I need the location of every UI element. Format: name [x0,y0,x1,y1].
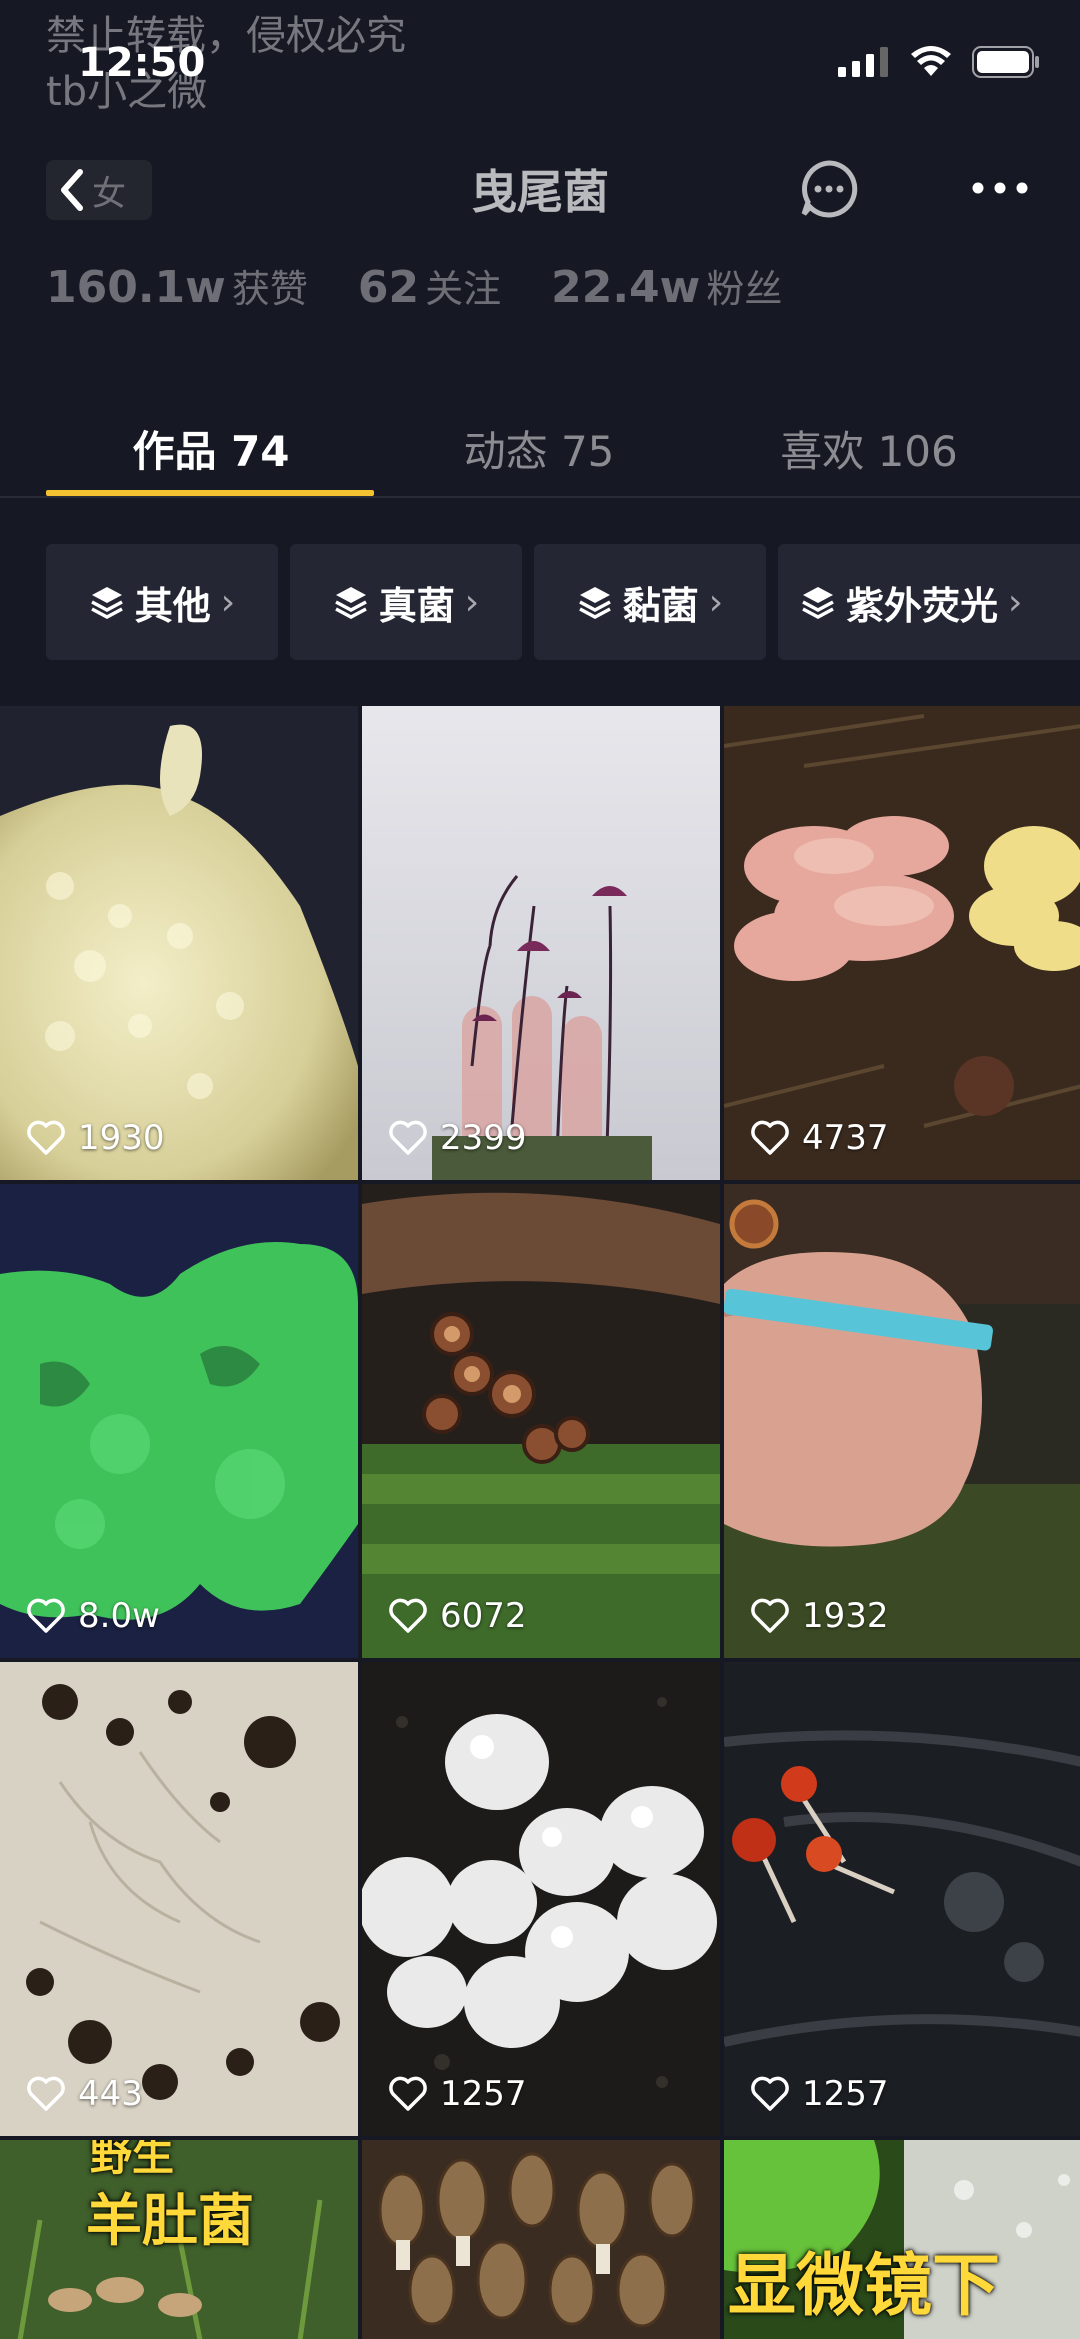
overlay-microscope-text: 显微镜下 [728,2247,1001,2326]
like-count-value: 6072 [440,1596,527,1636]
layers-icon [802,587,834,619]
like-count-value: 8.0w [78,1596,160,1636]
like-count: 1930 [26,1118,165,1158]
tab-works[interactable]: 作品 74 [46,418,376,479]
heart-icon [389,2076,427,2111]
like-count: 1932 [750,1596,889,1636]
tab-moments[interactable]: 动态 75 [374,418,704,479]
heart-icon [751,1598,789,1633]
like-count-value: 2399 [440,1118,527,1158]
like-count: 1257 [750,2074,889,2114]
red-slime-mold-thumbnail [724,1662,1080,2136]
chevron-right-icon: › [708,581,724,623]
morels-thumbnail [362,2140,720,2339]
chip-fungi[interactable]: 真菌 › [290,544,522,660]
status-icons [838,46,1040,78]
bracket-fungus-thumbnail [724,1184,1080,1658]
chip-uv-fluorescence-label: 紫外荧光 [846,583,999,628]
chip-slime-mold[interactable]: 黏菌 › [534,544,766,660]
video-tile[interactable]: 443 [0,1662,358,2136]
video-tile[interactable] [362,2140,720,2339]
chip-uv-fluorescence[interactable]: 紫外荧光 › [778,544,1080,660]
like-count-value: 443 [78,2074,143,2114]
message-icon[interactable] [798,158,860,220]
stat-followers[interactable]: 22.4w 粉丝 [551,258,782,313]
oyster-mushroom-thumbnail [724,706,1080,1180]
stat-following-value: 62 [357,262,420,313]
like-count-value: 1257 [440,2074,527,2114]
heart-icon [751,1120,789,1155]
like-count-value: 1932 [802,1596,889,1636]
heart-icon [389,1120,427,1155]
video-tile[interactable]: 4737 [724,706,1080,1180]
chevron-right-icon: › [1008,581,1023,623]
heart-icon [389,1598,427,1633]
video-tile[interactable]: 1257 [362,1662,720,2136]
layers-icon [334,587,367,619]
stat-likes[interactable]: 160.1w 获赞 [46,258,308,313]
stat-likes-label: 获赞 [231,267,308,311]
stat-followers-value: 22.4w [551,262,701,313]
bird-nest-fungi-thumbnail [362,1184,720,1658]
profile-stats: 160.1w 获赞 62 关注 22.4w 粉丝 [46,258,782,313]
stat-followers-label: 粉丝 [706,267,783,311]
profile-header: 女 曳尾菌 [0,150,1080,230]
like-count: 1257 [388,2074,527,2114]
stat-following-label: 关注 [425,267,502,311]
video-tile[interactable]: 1257 [724,1662,1080,2136]
like-count: 443 [26,2074,143,2114]
more-icon[interactable] [970,166,1030,210]
chip-slime-mold-label: 黏菌 [622,583,699,628]
tabs-divider [0,496,1080,498]
slime-mold-thumbnail [0,706,358,1180]
video-tile[interactable]: 8.0w [0,1184,358,1658]
chevron-right-icon: › [464,581,480,623]
heart-icon [27,2076,65,2111]
video-tile[interactable]: 6072 [362,1184,720,1658]
like-count-value: 4737 [802,1118,889,1158]
like-count-value: 1930 [78,1118,165,1158]
like-count-value: 1257 [802,2074,889,2114]
chip-other-label: 其他 [134,583,211,628]
heart-icon [27,1120,65,1155]
chip-fungi-label: 真菌 [378,583,455,628]
heart-icon [27,1598,65,1633]
battery-icon [972,46,1039,78]
layers-icon [578,587,611,619]
green-fluorescence-thumbnail [0,1184,358,1658]
like-count: 6072 [388,1596,527,1636]
white-slime-mold-thumbnail [362,1662,720,2136]
microscope-thumbnail [0,1662,358,2136]
like-count: 8.0w [26,1596,160,1636]
signal-icon [838,47,888,77]
mushroom-thumbnail [362,706,720,1180]
overlay-title-text: 羊肚菌 [86,2189,254,2254]
stat-likes-value: 160.1w [46,262,226,313]
page-title: 曳尾菌 [471,165,609,219]
collection-chips: 其他 › 真菌 › 黏菌 › 紫外荧光 › [46,544,1080,660]
like-count: 4737 [750,1118,889,1158]
layers-icon [90,587,123,619]
content-tabs: 作品 74 动态 75 喜欢 106 [0,400,1080,500]
wifi-icon [911,46,951,76]
video-tile[interactable]: 2399 [362,706,720,1180]
video-tile[interactable]: 显微镜下 [724,2140,1080,2339]
video-tile[interactable]: 野生 羊肚菌 [0,2140,358,2339]
chip-other[interactable]: 其他 › [46,544,278,660]
video-tile[interactable]: 1932 [724,1184,1080,1658]
tab-likes[interactable]: 喜欢 106 [704,418,1034,479]
stat-following[interactable]: 62 关注 [358,258,501,313]
heart-icon [751,2076,789,2111]
video-tile[interactable]: 1930 [0,706,358,1180]
like-count: 2399 [388,1118,527,1158]
profile-page: 禁止转载，侵权必究 tb小之微 12:50 女 曳尾菌 160.1w 获赞 62… [0,0,1080,2339]
status-time: 12:50 [78,40,206,86]
chevron-right-icon: › [220,581,236,623]
